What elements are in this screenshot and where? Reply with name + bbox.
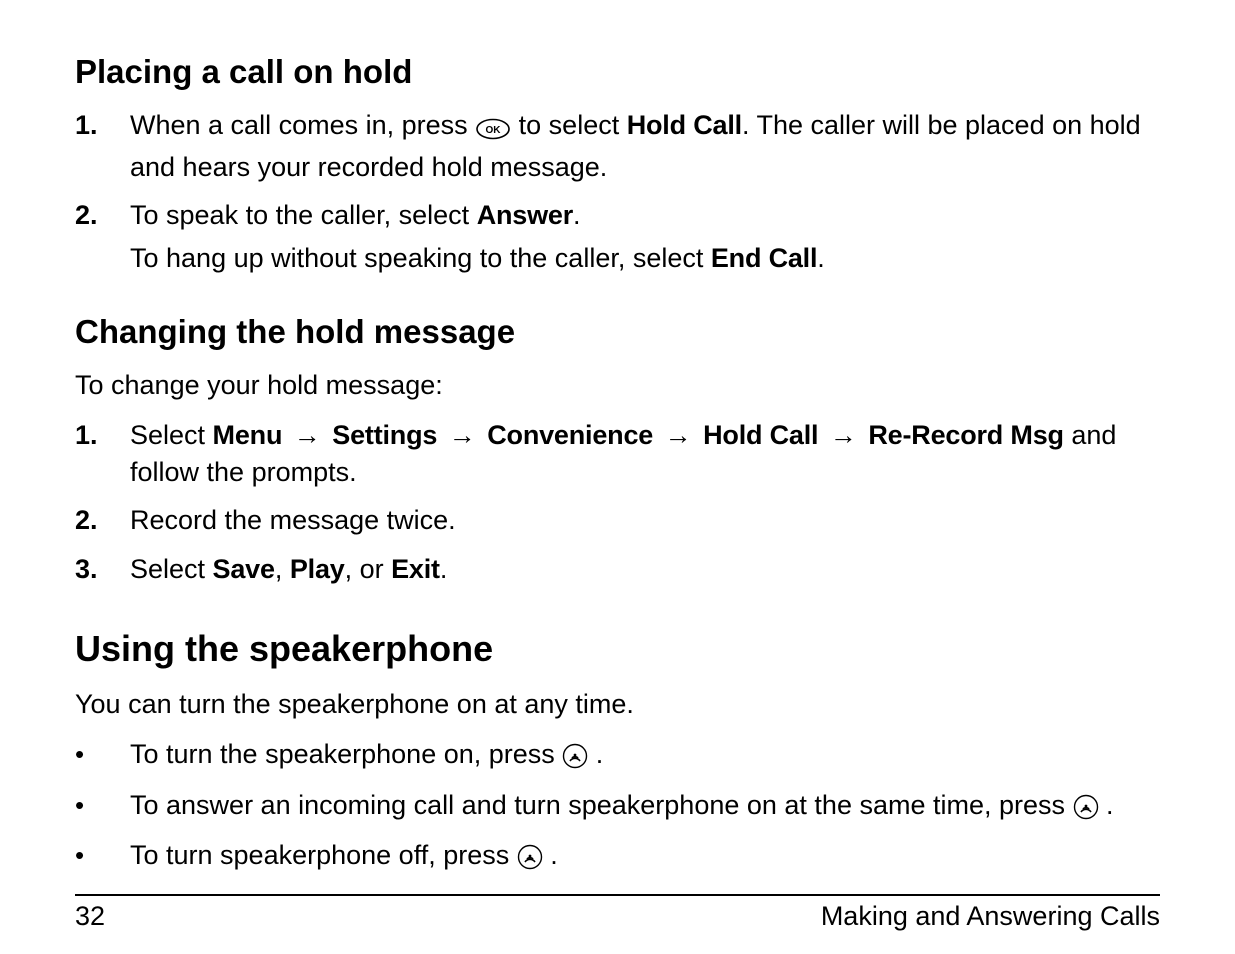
text: When a call comes in, press [130,110,475,140]
step-number: 1. [75,107,130,143]
speakerphone-icon [1073,793,1099,829]
step-body: When a call comes in, press OK to select… [130,107,1160,186]
menu-path-item: Menu [213,420,283,450]
text: Record the message twice. [130,502,1160,538]
step-number: 3. [75,551,130,587]
text: . [1106,790,1114,820]
bullet-body: To turn speakerphone off, press . [130,837,1160,879]
text: To speak to the caller, select [130,200,477,230]
list-item: • To turn speakerphone off, press . [75,837,1160,879]
svg-text:OK: OK [486,125,502,136]
list-item: • To turn the speakerphone on, press . [75,736,1160,778]
text: . [550,840,558,870]
list-item: 2. To speak to the caller, select Answer… [75,197,1160,276]
menu-path-item: Settings [332,420,437,450]
list-item: 2. Record the message twice. [75,502,1160,538]
bullet-body: To answer an incoming call and turn spea… [130,787,1160,829]
text: . [440,554,448,584]
step-number: 1. [75,417,130,453]
bullet-marker: • [75,837,130,873]
arrow-icon: → [826,417,861,453]
heading-placing-call-on-hold: Placing a call on hold [75,50,1160,95]
arrow-icon: → [445,417,480,453]
bullet-body: To turn the speakerphone on, press . [130,736,1160,778]
list-item: 1. Select Menu → Settings → Convenience … [75,417,1160,490]
arrow-icon: → [290,417,325,453]
text: . [573,200,581,230]
bold-label: Hold Call [627,110,742,140]
text: To turn speakerphone off, press [130,840,517,870]
text: To hang up without speaking to the calle… [130,243,711,273]
bold-label: Answer [477,200,573,230]
change-steps-list: 1. Select Menu → Settings → Convenience … [75,417,1160,587]
step-body: To speak to the caller, select Answer. T… [130,197,1160,276]
text: . [596,739,604,769]
list-item: • To answer an incoming call and turn sp… [75,787,1160,829]
speaker-bullet-list: • To turn the speakerphone on, press . [75,736,1160,879]
step-body: Record the message twice. [130,502,1160,538]
step-number: 2. [75,502,130,538]
menu-path-item: Hold Call [703,420,818,450]
bold-label: End Call [711,243,817,273]
menu-path-item: Re-Record Msg [868,420,1063,450]
footer-divider [75,894,1160,896]
ok-button-icon: OK [475,113,511,149]
step-number: 2. [75,197,130,233]
hold-steps-list: 1. When a call comes in, press OK to sel… [75,107,1160,277]
step-body: Select Menu → Settings → Convenience → H… [130,417,1160,490]
manual-page: Placing a call on hold 1. When a call co… [0,0,1235,954]
bullet-marker: • [75,787,130,823]
speakerphone-icon [562,742,588,778]
step-body: Select Save, Play, or Exit. [130,551,1160,587]
bold-label: Save [213,554,275,584]
heading-changing-hold-message: Changing the hold message [75,310,1160,355]
bullet-marker: • [75,736,130,772]
text: , [275,554,290,584]
text: To answer an incoming call and turn spea… [130,790,1073,820]
bold-label: Play [290,554,345,584]
heading-using-speakerphone: Using the speakerphone [75,625,1160,674]
page-footer: 32 Making and Answering Calls [75,898,1160,934]
intro-text: You can turn the speakerphone on at any … [75,686,1160,722]
text: Select [130,554,213,584]
chapter-title: Making and Answering Calls [821,898,1160,934]
list-item: 1. When a call comes in, press OK to sel… [75,107,1160,186]
intro-text: To change your hold message: [75,367,1160,403]
text: To turn the speakerphone on, press [130,739,562,769]
speakerphone-icon [517,843,543,879]
list-item: 3. Select Save, Play, or Exit. [75,551,1160,587]
text: to select [519,110,627,140]
text: , or [345,554,392,584]
text: . [817,243,825,273]
page-number: 32 [75,898,105,934]
menu-path-item: Convenience [487,420,653,450]
text: Select [130,420,213,450]
arrow-icon: → [661,417,696,453]
bold-label: Exit [391,554,440,584]
